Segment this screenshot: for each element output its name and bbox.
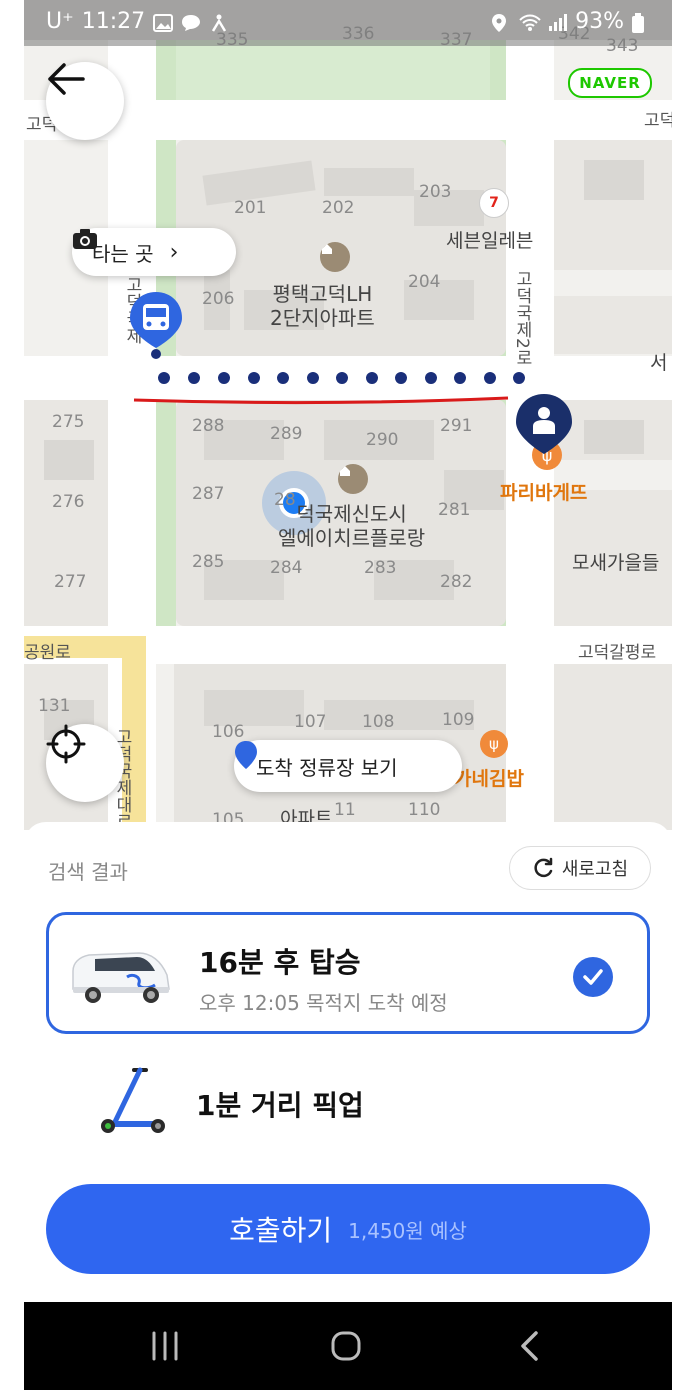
- arrow-left-icon: [48, 63, 85, 95]
- apt1-line2: 2단지아파트: [270, 306, 375, 330]
- back-nav-icon[interactable]: [518, 1330, 540, 1362]
- map-label-285: 285: [192, 552, 225, 572]
- map-label-111: 11: [334, 800, 356, 820]
- map-label-291: 291: [440, 416, 473, 436]
- map-label-204: 204: [408, 272, 441, 292]
- status-bar: U⁺ 11:27 93%: [24, 0, 672, 46]
- restaurant-icon: ψ: [480, 730, 508, 758]
- shuttle-option-title: 16분 후 탑승: [199, 946, 361, 979]
- map-label-287: 287: [192, 484, 225, 504]
- call-price-estimate: 1,450원 예상: [348, 1218, 467, 1243]
- apt1-line1: 평택고덕LH: [272, 282, 373, 306]
- map-label-road-godeok-2: 고덕국제2로: [512, 270, 532, 366]
- carrier-label: U⁺: [46, 9, 74, 34]
- van-icon: [72, 952, 170, 1003]
- map-label-paris-baguette: 파리바게뜨: [500, 482, 588, 504]
- location-icon: [491, 13, 511, 32]
- map-label-106: 106: [212, 722, 245, 742]
- convenience-store-icon: 7: [479, 188, 509, 218]
- pickup-point-pill[interactable]: 타는 곳 ›: [72, 228, 236, 276]
- map-label-apartment-2: 덕국제신도시 엘에이치르플로랑: [278, 502, 425, 550]
- map-label-road-park: 공원로: [24, 643, 71, 663]
- ride-option-shuttle[interactable]: 16분 후 탑승 오후 12:05 목적지 도착 예정: [46, 912, 650, 1034]
- map-label-road-galpyeong: 고덕갈평로: [578, 643, 657, 663]
- chevron-right-icon: ›: [169, 239, 179, 265]
- map-label-203: 203: [419, 182, 452, 202]
- arrival-stop-label: 도착 정류장 보기: [256, 755, 398, 780]
- map-label-201: 201: [234, 198, 267, 218]
- apt2-line1: 덕국제신도시: [296, 502, 407, 526]
- refresh-button[interactable]: 새로고침: [509, 846, 651, 890]
- clock: 11:27: [81, 9, 146, 34]
- app-frame: 335 336 337 342 343 고덕 고덕 201 202 203 20…: [24, 0, 672, 1390]
- pickup-label: 타는 곳: [92, 241, 154, 266]
- locate-me-button[interactable]: [46, 724, 124, 802]
- map-label-godeok-right: 고덕: [644, 111, 672, 131]
- map-label-107: 107: [294, 712, 327, 732]
- map-label-206: 206: [202, 289, 235, 309]
- map-label-288: 288: [192, 416, 225, 436]
- map-label-apartment-1: 평택고덕LH 2단지아파트: [270, 282, 375, 330]
- location-pin-icon: [235, 741, 257, 769]
- bus-stop-marker[interactable]: [128, 290, 184, 360]
- camera-icon: [73, 229, 97, 249]
- shuttle-option-subtitle: 오후 12:05 목적지 도착 예정: [199, 991, 448, 1015]
- map-canvas: [24, 0, 672, 830]
- map-label-276: 276: [52, 492, 85, 512]
- call-button[interactable]: 호출하기 1,450원 예상: [46, 1184, 650, 1274]
- map-view[interactable]: 335 336 337 342 343 고덕 고덕 201 202 203 20…: [24, 0, 672, 830]
- map-label-109: 109: [442, 710, 475, 730]
- person-icon: [516, 394, 572, 454]
- refresh-label: 새로고침: [561, 859, 629, 880]
- selected-check-icon: [573, 957, 613, 997]
- apartment-icon: [320, 242, 350, 272]
- gallery-icon: [153, 13, 174, 32]
- map-label-281: 281: [438, 500, 471, 520]
- map-label-seven-eleven: 세븐일레븐: [446, 230, 534, 252]
- battery-level: 93%: [575, 9, 624, 34]
- accessibility-icon: [209, 13, 229, 32]
- map-label-108: 108: [362, 712, 395, 732]
- map-label-277: 277: [54, 572, 87, 592]
- map-label-mosae: 모새가을들: [572, 552, 660, 574]
- back-button[interactable]: [46, 62, 124, 140]
- scooter-option-title: 1분 거리 픽업: [196, 1089, 364, 1122]
- crosshair-icon: [46, 724, 86, 764]
- message-icon: [181, 13, 201, 31]
- bus-icon: [130, 292, 182, 359]
- ride-option-scooter[interactable]: 1분 거리 픽업: [46, 1040, 650, 1162]
- map-label-110: 110: [408, 800, 441, 820]
- map-label-131: 131: [38, 696, 71, 716]
- apartment-icon: [338, 464, 368, 494]
- refresh-icon: [534, 857, 553, 878]
- map-label-275: 275: [52, 412, 85, 432]
- destination-marker[interactable]: [514, 392, 574, 460]
- scooter-icon: [101, 1067, 165, 1133]
- search-results-title: 검색 결과: [48, 860, 128, 884]
- map-label-282: 282: [440, 572, 473, 592]
- home-icon[interactable]: [330, 1330, 362, 1362]
- battery-icon: [632, 12, 652, 33]
- map-label-seo: 서: [650, 352, 668, 374]
- map-label-289: 289: [270, 424, 303, 444]
- map-label-290: 290: [366, 430, 399, 450]
- map-label-202: 202: [322, 198, 355, 218]
- wifi-icon: [519, 13, 541, 31]
- naver-logo: NAVER: [568, 68, 652, 98]
- call-label: 호출하기: [229, 1214, 333, 1247]
- view-arrival-stop-button[interactable]: 도착 정류장 보기: [234, 740, 462, 792]
- map-label-283: 283: [364, 558, 397, 578]
- recent-apps-icon[interactable]: [150, 1331, 180, 1361]
- system-navigation-bar: [24, 1302, 672, 1390]
- bottom-sheet: 검색 결과 새로고침 16분 후 탑승 오후 12:05 목적지 도착 예정 1…: [24, 822, 672, 1302]
- map-label-gimbap: 가네김밥: [454, 768, 524, 790]
- map-label-284: 284: [270, 558, 303, 578]
- signal-icon: [547, 13, 568, 31]
- apt2-line2: 엘에이치르플로랑: [278, 526, 426, 550]
